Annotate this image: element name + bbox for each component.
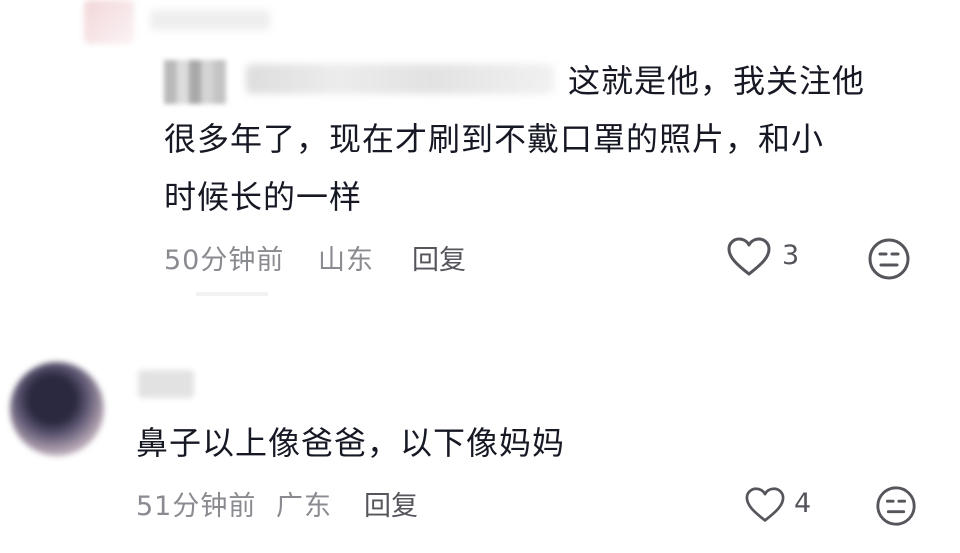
like-button[interactable]: 4 bbox=[744, 484, 834, 528]
meh-face-icon bbox=[876, 486, 916, 526]
heart-outline-icon bbox=[745, 487, 785, 522]
heart-outline-icon bbox=[727, 237, 771, 276]
dislike-button[interactable] bbox=[874, 484, 918, 528]
comment-text-line-1: 鼻子以上像爸爸，以下像妈妈 bbox=[136, 424, 566, 462]
comment-1: 这就是他，我关注他 很多年了，现在才刷到不戴口罩的照片，和小 时候长的一样 50… bbox=[0, 0, 960, 300]
reply-to-tag bbox=[164, 60, 226, 104]
comment-2: 鼻子以上像爸爸，以下像妈妈 51分钟前 广东 回复 4 bbox=[0, 300, 960, 553]
meh-face-icon bbox=[868, 238, 910, 280]
comment-time: 50分钟前 bbox=[164, 245, 285, 276]
comment-text-line-1: 这就是他，我关注他 bbox=[568, 62, 866, 100]
divider bbox=[196, 292, 268, 296]
like-count: 3 bbox=[782, 240, 800, 271]
comment-text-line-2: 很多年了，现在才刷到不戴口罩的照片，和小 bbox=[164, 120, 825, 158]
quoted-username[interactable] bbox=[246, 64, 554, 94]
comment-text-line-3: 时候长的一样 bbox=[164, 178, 363, 216]
reply-button[interactable]: 回复 bbox=[364, 484, 418, 523]
comment-location: 山东 bbox=[318, 245, 374, 276]
like-button[interactable]: 3 bbox=[726, 236, 816, 280]
like-count: 4 bbox=[794, 488, 812, 519]
dislike-button[interactable] bbox=[866, 236, 912, 282]
reply-button[interactable]: 回复 bbox=[412, 238, 466, 277]
comment-location: 广东 bbox=[276, 491, 332, 522]
comment-time: 51分钟前 bbox=[136, 491, 257, 522]
